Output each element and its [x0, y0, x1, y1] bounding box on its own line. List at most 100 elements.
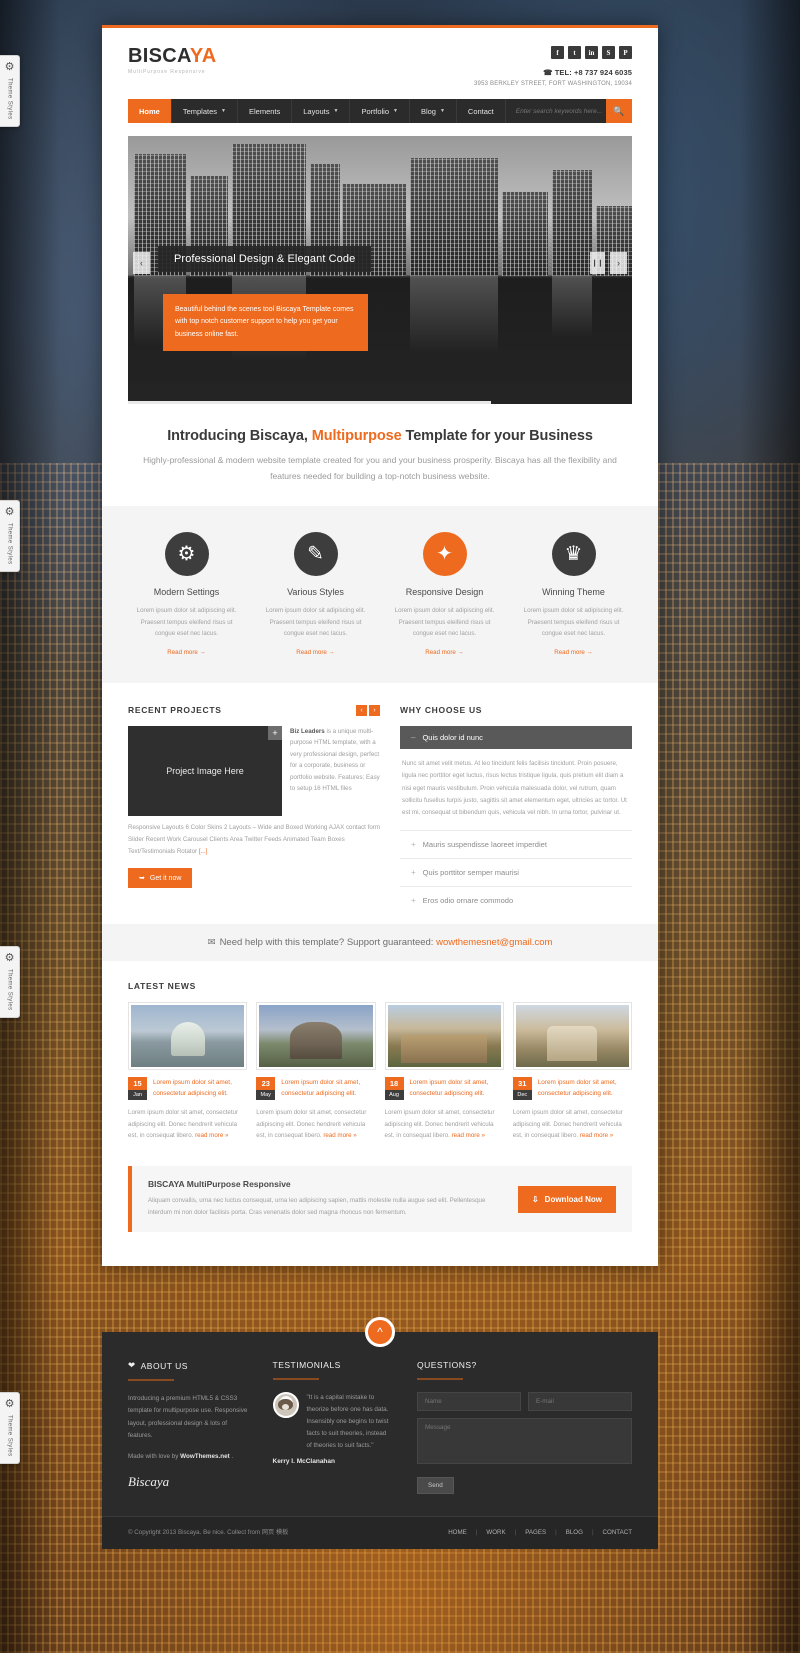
search-icon[interactable]: 🔍	[606, 99, 632, 123]
pinterest-icon[interactable]: P	[619, 46, 632, 59]
news-excerpt: Lorem ipsum dolor sit amet, consectetur …	[384, 1108, 495, 1140]
accordion-item[interactable]: + Quis porttitor semper maurisi	[400, 857, 632, 886]
date-day: 23	[256, 1076, 276, 1090]
news-title[interactable]: Lorem ipsum dolor sit amet, consectetur …	[410, 1077, 504, 1100]
theme-styles-label: Theme Styles	[6, 1415, 13, 1457]
intro-paragraph: Highly-professional & modern website tem…	[143, 455, 617, 481]
carousel-prev-button[interactable]: ‹	[356, 704, 367, 716]
support-email-link[interactable]: wowthemesnet@gmail.com	[436, 937, 552, 948]
send-button[interactable]: Send	[417, 1477, 454, 1494]
news-thumbnail[interactable]	[384, 1001, 504, 1070]
search-input[interactable]	[515, 107, 606, 115]
hero-slider[interactable]: Professional Design & Elegant Code Beaut…	[128, 136, 632, 404]
nav-item-home[interactable]: Home	[128, 99, 172, 123]
news-title[interactable]: Lorem ipsum dolor sit amet, consectetur …	[538, 1077, 632, 1100]
project-description-more[interactable]: [...]	[199, 848, 208, 855]
plus-icon[interactable]: +	[268, 725, 282, 740]
news-meta: 18 Aug Lorem ipsum dolor sit amet, conse…	[384, 1076, 504, 1100]
project-thumbnail[interactable]: Project Image Here +	[128, 725, 282, 816]
news-thumbnail[interactable]	[128, 1001, 248, 1070]
linkedin-icon[interactable]: in	[585, 46, 598, 59]
service-title: Responsive Design	[405, 587, 484, 598]
gear-icon: ⚙	[4, 1398, 15, 1410]
news-grid: 15 Jan Lorem ipsum dolor sit amet, conse…	[128, 1001, 632, 1142]
date-badge: 15 Jan	[128, 1076, 147, 1100]
get-it-now-button[interactable]: ➥ Get it now	[128, 868, 193, 889]
service-box[interactable]: ⚙ Modern Settings Lorem ipsum dolor sit …	[122, 532, 251, 658]
copyright-text: © Copyright 2013 Biscaya. Be nice. Colle…	[128, 1529, 289, 1536]
service-box[interactable]: ♛ Winning Theme Lorem ipsum dolor sit ad…	[509, 532, 638, 658]
contact-form-row	[417, 1392, 632, 1411]
news-meta: 23 May Lorem ipsum dolor sit amet, conse…	[256, 1076, 375, 1100]
message-field[interactable]	[417, 1418, 632, 1464]
recent-projects-title: RECENT PROJECTS	[128, 705, 222, 716]
news-thumbnail[interactable]	[256, 1001, 376, 1070]
footer-link-contact[interactable]: CONTACT	[603, 1529, 632, 1536]
accordion-item[interactable]: + Mauris suspendisse laoreet imperdiet	[400, 829, 632, 858]
back-to-top-button[interactable]: ^	[365, 1317, 395, 1347]
news-read-more-link[interactable]: read more »	[580, 1132, 613, 1139]
nav-item-contact[interactable]: Contact	[457, 99, 506, 123]
email-field[interactable]	[528, 1392, 632, 1411]
accordion-item-open-header[interactable]: – Quis dolor id nunc	[400, 725, 632, 749]
header-contact-block: f t in S P ☎ TEL: +8 737 924 6035 3953 B…	[474, 46, 632, 87]
name-field[interactable]	[417, 1392, 521, 1411]
phone-number: ☎ TEL: +8 737 924 6035	[543, 68, 632, 77]
page-bottom-spacer	[102, 1232, 658, 1266]
carousel-next-button[interactable]: ›	[369, 704, 380, 716]
service-box[interactable]: ✎ Various Styles Lorem ipsum dolor sit a…	[251, 532, 380, 658]
slider-progress-bar	[128, 401, 491, 404]
news-read-more-link[interactable]: read more »	[195, 1132, 228, 1139]
footer-about-text: Introducing a premium HTML5 & CSS3 templ…	[128, 1395, 248, 1439]
project-item: Project Image Here + Biz Leaders is a un…	[128, 725, 380, 816]
accordion-item[interactable]: + Eros odio ornare commodo	[400, 885, 632, 914]
download-cta-banner: BISCAYA MultiPurpose Responsive Aliquam …	[128, 1166, 632, 1232]
chevron-down-icon: ▼	[393, 108, 398, 114]
twitter-icon[interactable]: t	[568, 46, 581, 59]
slider-prev-arrow[interactable]: ‹	[133, 252, 150, 274]
nav-item-portfolio[interactable]: Portfolio ▼	[350, 99, 410, 123]
theme-styles-tab[interactable]: ⚙ Theme Styles	[0, 500, 20, 572]
nav-item-elements[interactable]: Elements	[238, 99, 293, 123]
skype-icon[interactable]: S	[602, 46, 615, 59]
date-month: Aug	[384, 1089, 404, 1100]
nav-item-layouts[interactable]: Layouts ▼	[292, 99, 351, 123]
gear-icon: ⚙	[4, 61, 15, 73]
date-day: 31	[512, 1076, 532, 1090]
footer-link-blog[interactable]: BLOG	[566, 1529, 583, 1536]
service-read-more-link[interactable]: Read more →	[167, 649, 206, 656]
news-thumbnail[interactable]	[512, 1001, 632, 1070]
nav-item-templates[interactable]: Templates ▼	[172, 99, 238, 123]
service-read-more-link[interactable]: Read more →	[554, 649, 593, 656]
envelope-icon: ✉	[207, 936, 216, 948]
footer-about-column: ❤ ABOUT US Introducing a premium HTML5 & …	[128, 1360, 249, 1494]
service-read-more-link[interactable]: Read more →	[296, 649, 335, 656]
phone-icon: ☎	[543, 68, 553, 77]
service-box[interactable]: ✦ Responsive Design Lorem ipsum dolor si…	[380, 532, 509, 658]
slider-pause-button[interactable]: ❙❙	[590, 252, 605, 274]
footer-link-home[interactable]: HOME	[448, 1529, 467, 1536]
cta-text-block: BISCAYA MultiPurpose Responsive Aliquam …	[148, 1179, 504, 1219]
nav-item-blog[interactable]: Blog ▼	[410, 99, 457, 123]
theme-styles-tab[interactable]: ⚙ Theme Styles	[0, 946, 20, 1018]
service-title: Winning Theme	[542, 587, 605, 598]
news-title[interactable]: Lorem ipsum dolor sit amet, consectetur …	[153, 1077, 247, 1100]
news-read-more-link[interactable]: read more »	[452, 1132, 485, 1139]
download-now-button[interactable]: ⇩ Download Now	[517, 1185, 616, 1213]
theme-styles-tab[interactable]: ⚙ Theme Styles	[0, 55, 20, 127]
theme-styles-tab[interactable]: ⚙ Theme Styles	[0, 1392, 20, 1464]
magic-wand-icon: ✦	[422, 532, 467, 577]
news-title[interactable]: Lorem ipsum dolor sit amet, consectetur …	[281, 1077, 375, 1100]
main-navigation: Home Templates ▼ Elements Layouts ▼ Portfo…	[128, 99, 632, 123]
social-links: f t in S P	[474, 46, 632, 59]
footer-link-work[interactable]: WORK	[486, 1529, 505, 1536]
footer-link-pages[interactable]: PAGES	[525, 1529, 546, 1536]
slider-next-arrow[interactable]: ›	[610, 252, 627, 274]
facebook-icon[interactable]: f	[551, 46, 564, 59]
logo[interactable]: BISCAYA MultiPurpose Responsive	[128, 46, 216, 75]
service-read-more-link[interactable]: Read more →	[425, 649, 464, 656]
news-read-more-link[interactable]: read more »	[323, 1132, 356, 1139]
date-day: 18	[384, 1076, 404, 1090]
project-summary: Biz Leaders is a unique multi-purpose HT…	[290, 727, 380, 793]
project-description: Responsive Layouts 6 Color Skins 2 Layou…	[128, 823, 380, 856]
